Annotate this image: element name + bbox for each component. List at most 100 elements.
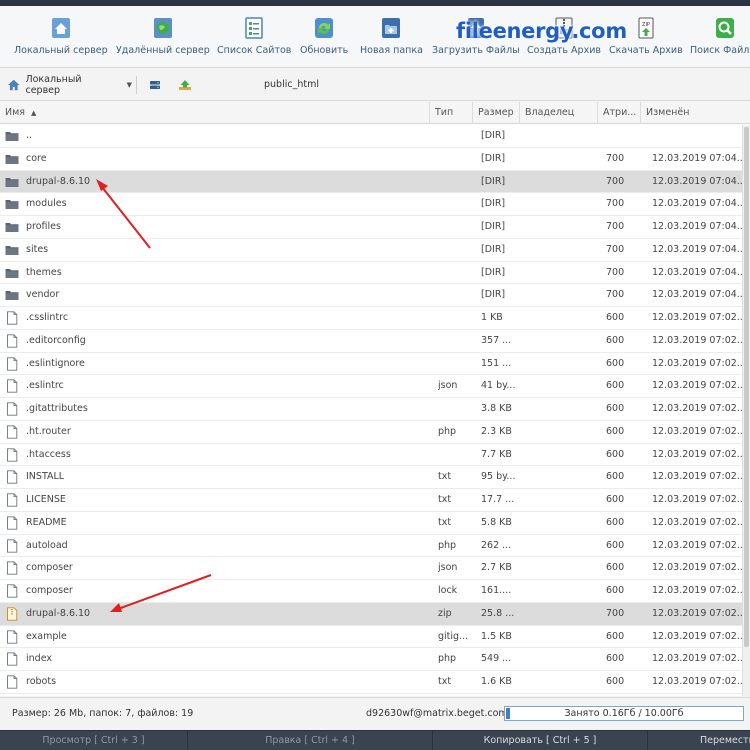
- file-size: 7.7 KB: [481, 448, 512, 460]
- file-name: LICENSE: [26, 494, 66, 505]
- table-row[interactable]: modules [DIR] 700 12.03.2019 07:04...: [0, 193, 742, 216]
- table-row[interactable]: index php 549 ... 600 12.03.2019 07:02...: [0, 648, 742, 671]
- table-row[interactable]: .ht.router php 2.3 KB 600 12.03.2019 07:02..…: [0, 420, 742, 444]
- column-owner-header[interactable]: Владелец: [520, 102, 598, 124]
- file-name: drupal-8.6.10: [26, 175, 91, 187]
- copy-button[interactable]: Копировать [ Ctrl + 5 ]: [433, 731, 648, 750]
- file-name: vendor: [26, 289, 60, 301]
- file-owner: [525, 512, 597, 534]
- file-icon: [5, 538, 19, 553]
- toolbar-search-files-button[interactable]: Поиск Файлов: [690, 16, 750, 56]
- table-row[interactable]: core [DIR] 700 12.03.2019 07:04...: [0, 147, 742, 171]
- file-size: [DIR]: [481, 221, 506, 232]
- table-row[interactable]: .gitattributes 3.8 KB 600 12.03.2019 07:02.…: [0, 398, 742, 421]
- table-row[interactable]: profiles [DIR] 700 12.03.2019 07:04...: [0, 216, 742, 239]
- toolbar-local-server-button[interactable]: Локальный сервер: [14, 16, 108, 56]
- toolbar-create-archive-label: Создать Архив: [527, 45, 601, 56]
- server-select[interactable]: Локальный сервер ▼: [4, 74, 132, 96]
- file-type: gitig...: [438, 630, 469, 642]
- toolbar-refresh-button[interactable]: Обновить: [300, 16, 348, 56]
- file-size: [DIR]: [481, 175, 506, 187]
- file-size: 262 ...: [481, 539, 512, 551]
- column-modified-header[interactable]: Изменён: [641, 102, 750, 124]
- file-size: 25.8 ...: [481, 607, 515, 619]
- path-bar: Локальный сервер ▼ public_html: [0, 69, 750, 101]
- table-row[interactable]: .htaccess 7.7 KB 600 12.03.2019 07:02...: [0, 443, 742, 467]
- toolbar-new-folder-button[interactable]: Новая папка: [360, 16, 423, 56]
- file-type: [438, 307, 472, 329]
- table-row[interactable]: .eslintignore 151 ... 600 12.03.2019 07:02.…: [0, 352, 742, 376]
- table-row[interactable]: README txt 5.8 KB 600 12.03.2019 07:02...: [0, 511, 742, 535]
- file-attributes: 600: [606, 539, 625, 551]
- status-bar: Размер: 26 Mb, папок: 7, файлов: 19 d926…: [0, 697, 750, 729]
- table-row[interactable]: drupal-8.6.10 zip 25.8 ... 700 12.03.2019 07…: [0, 602, 742, 626]
- file-name: .eslintignore: [26, 357, 85, 369]
- file-attributes: 600: [606, 562, 625, 574]
- table-row[interactable]: vendor [DIR] 700 12.03.2019 07:04...: [0, 284, 742, 307]
- table-row[interactable]: .csslintrc 1 KB 600 12.03.2019 07:02...: [0, 307, 742, 330]
- table-row[interactable]: .eslintrc json 41 by... 600 12.03.2019 07:02…: [0, 375, 742, 398]
- move-button[interactable]: Перемести: [648, 731, 750, 750]
- file-size: [DIR]: [481, 243, 506, 255]
- table-row[interactable]: drupal-8.6.10 [DIR] 700 12.03.2019 07:04...: [0, 170, 742, 194]
- file-type: [438, 284, 472, 306]
- column-size-header[interactable]: Размер: [473, 102, 520, 124]
- zip-file-icon: [5, 607, 19, 621]
- table-row[interactable]: example gitig... 1.5 KB 600 12.03.2019 07:02…: [0, 625, 742, 649]
- file-size: [DIR]: [481, 130, 506, 141]
- file-attributes: 700: [606, 198, 625, 210]
- file-type: php: [438, 653, 457, 665]
- table-row[interactable]: .editorconfig 357 ... 600 12.03.2019 07:02.…: [0, 329, 742, 353]
- file-type: [438, 353, 472, 375]
- folder-icon: [5, 243, 19, 257]
- file-modified: 12.03.2019 07:04...: [652, 221, 742, 232]
- table-row[interactable]: sites [DIR] 700 12.03.2019 07:04...: [0, 238, 742, 262]
- file-type: php: [438, 539, 457, 551]
- file-modified: 12.03.2019 07:04...: [652, 175, 742, 187]
- toolbar-site-list-button[interactable]: Список Сайтов: [217, 16, 291, 56]
- file-modified: 12.03.2019 07:04...: [652, 289, 742, 301]
- edit-button[interactable]: Правка [ Ctrl + 4 ]: [188, 731, 433, 750]
- file-size: [DIR]: [481, 289, 506, 301]
- toolbar-remote-server-button[interactable]: Удалённый сервер: [116, 16, 210, 56]
- server-select-label: Локальный сервер: [25, 74, 82, 96]
- table-row[interactable]: INSTALL txt 95 by... 600 12.03.2019 07:02...: [0, 466, 742, 489]
- toolbar-refresh-label: Обновить: [300, 45, 349, 56]
- table-row[interactable]: themes [DIR] 700 12.03.2019 07:04...: [0, 261, 742, 285]
- table-row[interactable]: composer json 2.7 KB 600 12.03.2019 07:02...: [0, 557, 742, 580]
- table-row[interactable]: composer lock 161.... 600 12.03.2019 07:02..…: [0, 580, 742, 603]
- home-icon: [7, 79, 20, 91]
- file-attributes: 600: [606, 653, 625, 665]
- file-type: txt: [438, 494, 452, 505]
- file-size: 2.7 KB: [481, 562, 512, 574]
- file-owner: [525, 193, 597, 215]
- column-attr-header[interactable]: Атри...: [598, 102, 641, 124]
- file-owner: [525, 216, 597, 238]
- table-row[interactable]: LICENSE txt 17.7 ... 600 12.03.2019 07:02...: [0, 489, 742, 512]
- file-owner: [525, 535, 597, 557]
- table-row[interactable]: autoload php 262 ... 600 12.03.2019 07:02...: [0, 534, 742, 558]
- scrollbar-thumb[interactable]: [744, 127, 749, 647]
- file-type: [438, 171, 472, 193]
- column-type-header[interactable]: Тип: [430, 102, 473, 124]
- file-type: [438, 444, 472, 466]
- file-icon: [5, 470, 19, 484]
- go-up-icon[interactable]: [178, 78, 192, 92]
- table-row[interactable]: robots txt 1.6 KB 600 12.03.2019 07:02...: [0, 671, 742, 694]
- file-modified: 12.03.2019 07:02...: [652, 380, 742, 392]
- vertical-scrollbar[interactable]: [742, 125, 750, 696]
- file-type: [438, 330, 472, 352]
- file-modified: 12.03.2019 07:02...: [652, 539, 742, 551]
- file-attributes: 700: [606, 607, 625, 619]
- column-name-header[interactable]: Имя ▲: [0, 102, 430, 124]
- file-attributes: 600: [606, 448, 625, 460]
- column-owner-label: Владелец: [525, 107, 575, 118]
- watermark: fileenergy.com: [456, 19, 627, 43]
- folder-icon: [5, 152, 19, 166]
- file-name: sites: [26, 243, 49, 255]
- view-button[interactable]: Просмотр [ Ctrl + 3 ]: [0, 731, 188, 750]
- file-name: .csslintrc: [26, 312, 69, 323]
- server-icon[interactable]: [148, 78, 162, 92]
- file-modified: 12.03.2019 07:02...: [652, 471, 742, 483]
- table-row[interactable]: .. [DIR]: [0, 125, 742, 148]
